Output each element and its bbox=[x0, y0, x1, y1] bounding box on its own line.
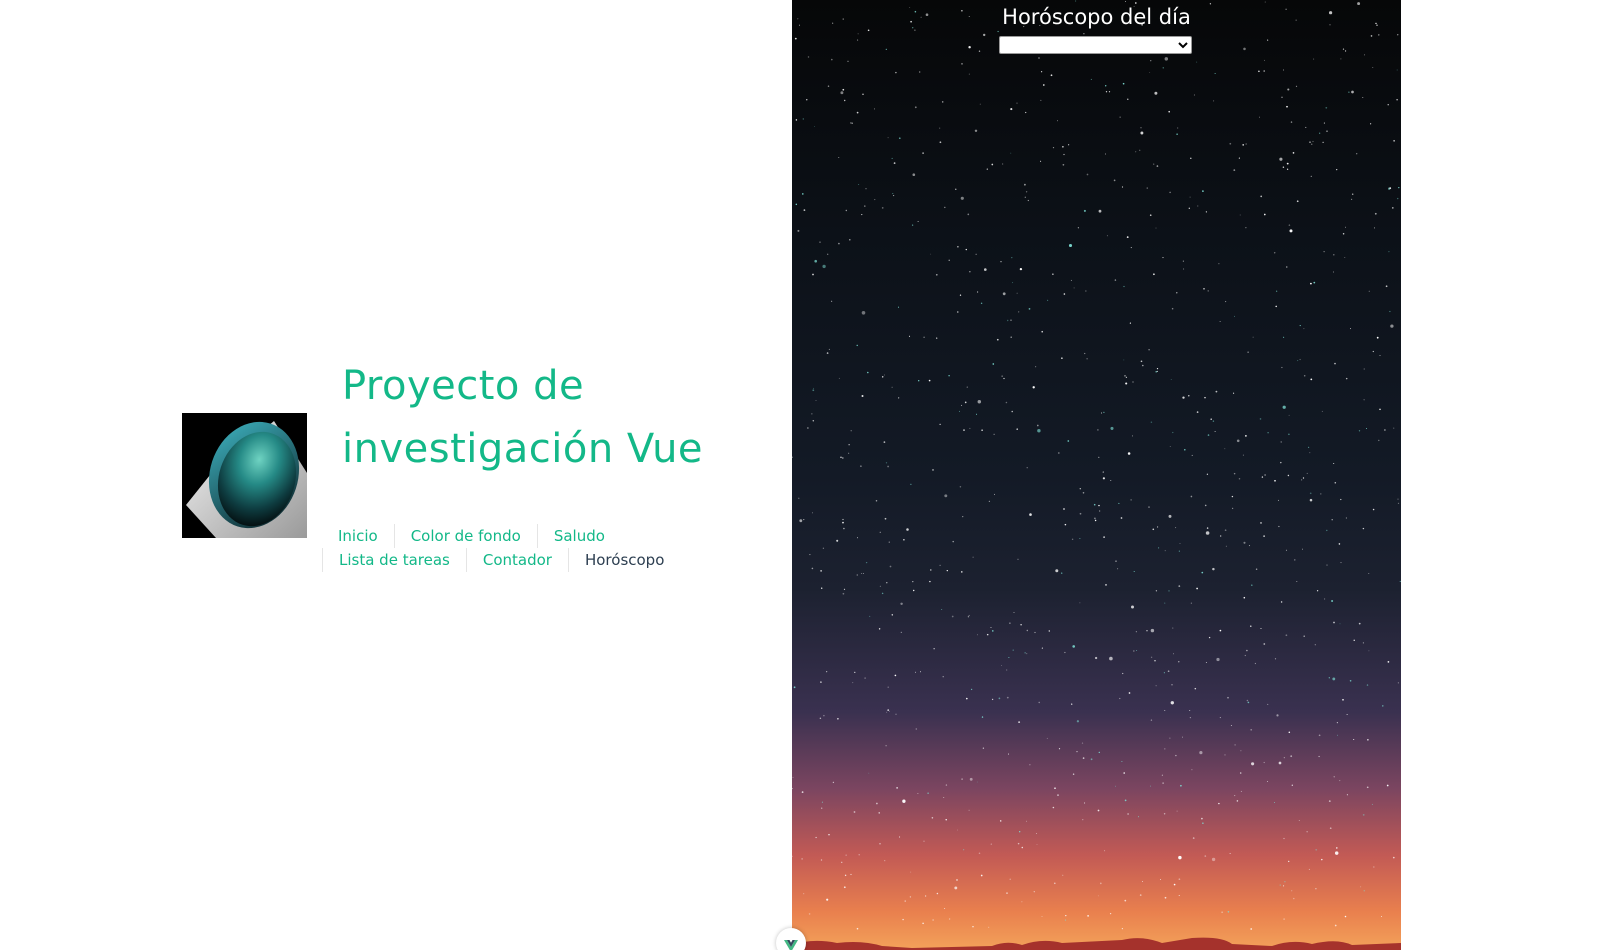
rock-silhouettes bbox=[792, 937, 1401, 950]
zodiac-sign-select[interactable] bbox=[999, 36, 1192, 54]
page-title: Proyecto de investigación Vue bbox=[342, 363, 704, 472]
vue-devtools-icon[interactable] bbox=[776, 928, 806, 950]
nav-link-color-de-fondo[interactable]: Color de fondo bbox=[393, 524, 537, 548]
page: Proyecto de investigación Vue Inicio Col… bbox=[0, 0, 1614, 950]
nav-link-saludo[interactable]: Saludo bbox=[536, 524, 621, 548]
nav-link-inicio[interactable]: Inicio bbox=[322, 524, 394, 548]
nav-row: Lista de tareas Contador Horóscopo bbox=[322, 548, 682, 572]
nav-link-contador[interactable]: Contador bbox=[465, 548, 568, 572]
horoscope-title: Horóscopo del día bbox=[1002, 5, 1191, 29]
nav-row: Inicio Color de fondo Saludo bbox=[322, 524, 682, 548]
vue-project-logo-icon bbox=[182, 413, 307, 538]
nav-link-lista-de-tareas[interactable]: Lista de tareas bbox=[322, 548, 466, 572]
main-nav: Inicio Color de fondo Saludo Lista de ta… bbox=[322, 524, 682, 572]
horoscope-panel: Horóscopo del día bbox=[792, 0, 1401, 950]
nav-link-horoscopo[interactable]: Horóscopo bbox=[567, 548, 680, 572]
starry-sky-background bbox=[792, 0, 1401, 930]
